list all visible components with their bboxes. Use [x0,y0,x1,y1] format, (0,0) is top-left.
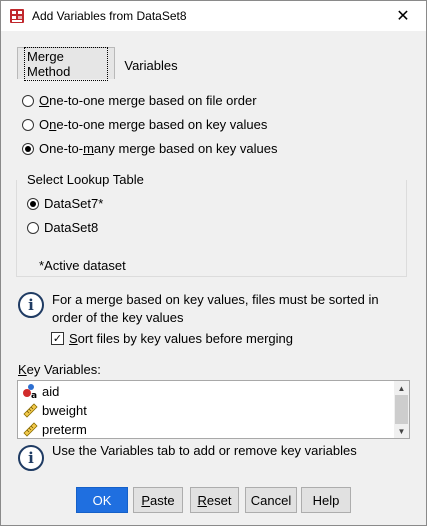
lookup-table-title: Select Lookup Table [26,172,145,187]
radio-label: One-to-one merge based on key values [39,117,268,132]
list-item[interactable]: preterm [22,420,87,438]
list-item[interactable]: a aid [22,382,59,400]
radio-button[interactable] [22,94,34,107]
info-icon: i [18,445,44,471]
title-bar[interactable]: Add Variables from DataSet8 ✕ [1,1,426,31]
scale-variable-icon [23,422,38,437]
svg-text:a: a [31,391,37,399]
nominal-variable-icon: a [23,384,37,399]
key-variables-list[interactable]: a aid bweight preterm ▲ ▼ [17,380,410,439]
checkmark-icon: ✓ [52,333,63,345]
cancel-button-label: Cancel [250,492,292,508]
sort-files-checkbox[interactable]: ✓ Sort files by key values before mergin… [51,331,293,346]
sort-info-text: For a merge based on key values, files m… [52,292,379,325]
info-icon: i [18,292,44,318]
window-title: Add Variables from DataSet8 [32,9,187,23]
scroll-down-icon[interactable]: ▼ [394,424,409,438]
radio-one-to-one-key-values[interactable]: One-to-one merge based on key values [22,117,267,132]
paste-button[interactable]: Paste [133,487,183,513]
cancel-button[interactable]: Cancel [245,487,297,513]
reset-button-label: Reset [197,492,232,508]
variable-name: preterm [42,421,87,437]
checkbox[interactable]: ✓ [51,332,64,345]
variables-tab-info: Use the Variables tab to add or remove k… [52,443,357,458]
list-item[interactable]: bweight [22,401,87,419]
ok-button[interactable]: OK [76,487,128,513]
radio-button[interactable] [22,118,34,131]
tab-merge-method-label: Merge Method [24,46,108,81]
close-icon: ✕ [396,8,410,25]
radio-one-to-one-file-order[interactable]: One-to-one merge based on file order [22,93,257,108]
ok-button-label: OK [92,492,112,508]
radio-label: DataSet8 [44,220,99,235]
radio-dataset7[interactable]: DataSet7* [27,196,103,211]
scroll-up-icon[interactable]: ▲ [394,381,409,395]
spss-app-icon [10,9,24,23]
active-dataset-note: *Active dataset [39,258,126,273]
scale-variable-icon [23,403,38,418]
checkbox-label: Sort files by key values before merging [69,331,293,346]
close-button[interactable]: ✕ [380,1,426,31]
reset-button[interactable]: Reset [190,487,239,513]
dialog-window: Add Variables from DataSet8 ✕ Merge Meth… [0,0,427,526]
tab-variables-label: Variables [124,57,178,73]
radio-button-selected[interactable] [22,142,34,155]
key-variables-label: Key Variables: [18,362,101,377]
variable-name: aid [42,383,60,399]
help-button-label: Help [312,492,340,508]
radio-label: One-to-one merge based on file order [39,93,257,108]
radio-label: One-to-many merge based on key values [39,141,278,156]
tab-merge-method[interactable]: Merge Method [17,46,115,81]
radio-one-to-many-key-values[interactable]: One-to-many merge based on key values [22,141,277,156]
paste-button-label: Paste [141,492,175,508]
scroll-thumb[interactable] [395,395,408,424]
variable-name: bweight [42,402,87,418]
help-button[interactable]: Help [301,487,351,513]
radio-dataset8[interactable]: DataSet8 [27,220,98,235]
list-scrollbar[interactable]: ▲ ▼ [394,381,409,438]
radio-button-selected[interactable] [27,197,39,210]
radio-label: DataSet7* [44,196,104,211]
tab-variables[interactable]: Variables [117,51,185,79]
radio-button[interactable] [27,221,39,234]
